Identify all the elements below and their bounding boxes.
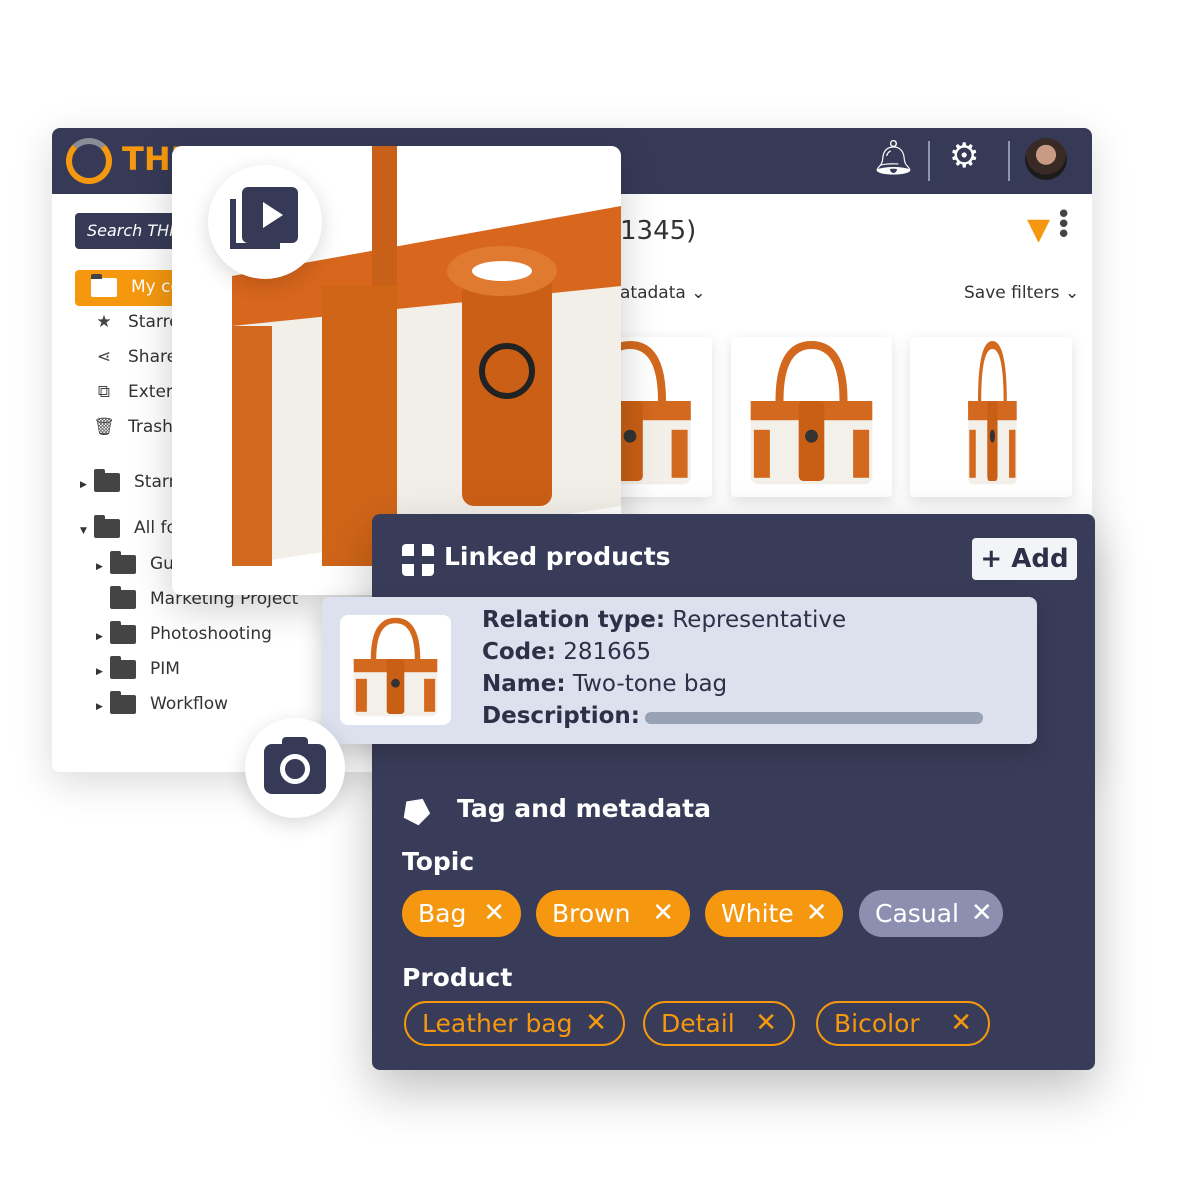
description-placeholder-bar [645, 712, 983, 724]
divider [928, 141, 930, 181]
folder-icon [91, 273, 117, 297]
tree-label: Photoshooting [150, 624, 272, 644]
product-label: Product [402, 963, 513, 992]
product-description: Description: [482, 703, 640, 729]
sidebar-item-trash[interactable]: 🗑︎ Trash [92, 417, 173, 437]
tag-chip[interactable]: Casual ✕ [859, 890, 1003, 937]
tag-section-title: Tag and metadata [457, 794, 711, 823]
tree-label: Workflow [150, 694, 229, 714]
logo-icon [66, 138, 112, 184]
relation-type: Relation type: Representative [482, 607, 847, 633]
expand-icon[interactable]: ▶ [96, 562, 110, 572]
remove-icon[interactable]: ✕ [652, 890, 674, 937]
star-icon: ★ [96, 312, 112, 332]
folder-icon [110, 655, 136, 679]
tag-chip[interactable]: Brown ✕ [536, 890, 690, 937]
folder-icon [110, 585, 136, 609]
expand-icon[interactable]: ▶ [96, 667, 110, 677]
play-icon [242, 187, 298, 243]
puzzle-icon [401, 543, 435, 577]
remove-icon[interactable]: ✕ [971, 890, 993, 937]
filter-icon[interactable]: ▼ [1027, 212, 1050, 247]
more-icon[interactable]: • • • [1056, 202, 1071, 248]
sidebar-item-label: Exter [128, 382, 173, 402]
product-thumbnail [340, 615, 451, 725]
gear-icon[interactable]: ⚙ [949, 136, 979, 176]
bell-icon[interactable]: 🔔︎ [872, 138, 915, 178]
remove-icon[interactable]: ✕ [755, 1000, 777, 1047]
tag-chip[interactable]: Detail ✕ [643, 1001, 795, 1046]
starred-folder-icon [94, 468, 120, 492]
chevron-down-icon: ⌄ [691, 283, 706, 303]
external-link-icon: ⧉ [97, 382, 111, 402]
folder-icon [110, 620, 136, 644]
divider [1008, 141, 1010, 181]
sidebar-item-shared[interactable]: ⋖ Share [92, 347, 177, 367]
remove-icon[interactable]: ✕ [950, 1000, 972, 1047]
tag-chip[interactable]: Bag ✕ [402, 890, 521, 937]
tag-chip[interactable]: White ✕ [705, 890, 843, 937]
page-title: 1345) [620, 216, 697, 246]
tag-chip[interactable]: Bicolor ✕ [816, 1001, 990, 1046]
chevron-down-icon: ⌄ [1064, 283, 1080, 303]
tree-folder[interactable]: ▶ Workflow [96, 690, 229, 714]
tree-folder[interactable]: ▶ Photoshooting [96, 620, 272, 644]
add-label: Add [1011, 544, 1069, 574]
share-icon: ⋖ [96, 347, 112, 367]
folder-icon [110, 550, 136, 574]
tree-all-folders[interactable]: ▼ All fol [80, 514, 182, 538]
sidebar-item-starred[interactable]: ★ Starre [92, 312, 179, 332]
remove-icon[interactable]: ✕ [483, 890, 505, 937]
plus-icon: + [980, 544, 1003, 574]
camera-icon [264, 737, 326, 794]
metadata-filter[interactable]: atadata ⌄ [620, 283, 705, 303]
tree-starred[interactable]: ▶ Starre [80, 468, 186, 492]
add-button[interactable]: + Add [972, 538, 1077, 580]
topic-label: Topic [402, 847, 475, 876]
tree-folder[interactable]: ▶ PIM [96, 655, 180, 679]
tag-icon: ⬟ [392, 787, 440, 835]
collapse-icon[interactable]: ▼ [80, 526, 94, 536]
linked-products-title: Linked products [444, 542, 671, 571]
product-name: Name: Two-tone bag [482, 671, 728, 697]
folder-icon [94, 514, 120, 538]
linked-product-card[interactable]: Relation type: Representative Code: 2816… [322, 597, 1037, 744]
sidebar-item-label: Share [128, 347, 178, 367]
folder-icon [110, 690, 136, 714]
tree-folder[interactable]: ▶ Gui [96, 550, 179, 574]
avatar[interactable] [1025, 138, 1067, 180]
camera-button[interactable] [245, 718, 345, 818]
expand-icon[interactable]: ▶ [80, 480, 94, 490]
media-button[interactable] [208, 165, 322, 279]
asset-thumbnail[interactable] [731, 337, 892, 497]
trash-icon: 🗑︎ [93, 417, 115, 437]
save-filters-dropdown[interactable]: Save filters ⌄ [964, 283, 1079, 303]
remove-icon[interactable]: ✕ [585, 1000, 607, 1047]
tree-label: PIM [150, 659, 180, 679]
sidebar-item-label: Trash [128, 417, 173, 437]
tag-chip[interactable]: Leather bag ✕ [404, 1001, 625, 1046]
expand-icon[interactable]: ▶ [96, 632, 110, 642]
remove-icon[interactable]: ✕ [806, 890, 828, 937]
sidebar-item-external[interactable]: ⧉ Exter [92, 382, 173, 402]
expand-icon[interactable]: ▶ [96, 702, 110, 712]
asset-thumbnail[interactable] [910, 337, 1072, 497]
product-code: Code: 281665 [482, 639, 652, 665]
